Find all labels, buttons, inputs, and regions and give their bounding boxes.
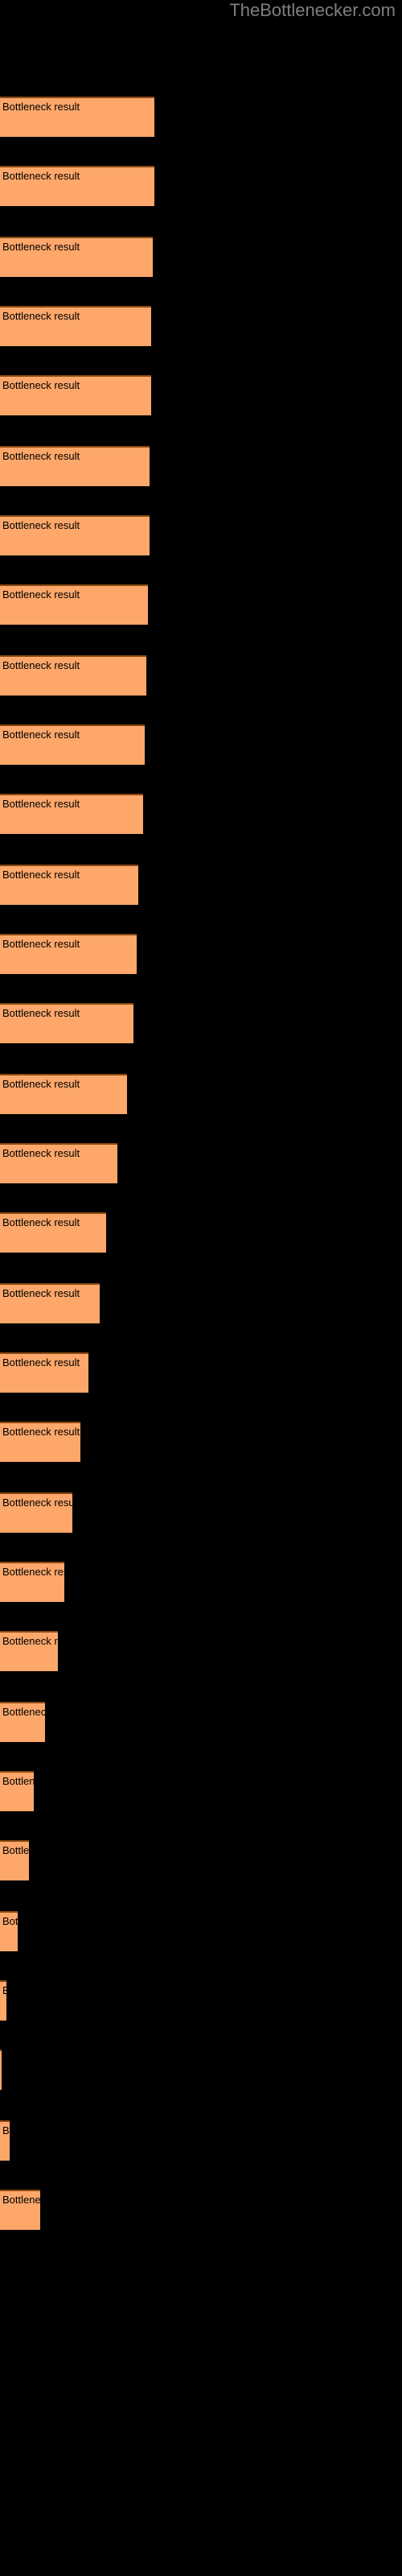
bar-5: Bottleneck result: [0, 446, 150, 486]
bar-12: Bottleneck result: [0, 934, 137, 974]
bar-label-7: Bottleneck result: [2, 588, 80, 601]
bar-15: Bottleneck result: [0, 1143, 117, 1183]
bar-label-30: Bottleneck result: [2, 2194, 40, 2206]
bar-26: Bottleneck result: [0, 1911, 18, 1951]
bar-label-29: Bottleneck result: [2, 2124, 10, 2136]
bar-label-25: Bottleneck result: [2, 1844, 29, 1856]
bar-19: Bottleneck result: [0, 1422, 80, 1462]
bar-18: Bottleneck result: [0, 1352, 88, 1393]
bar-20: Bottleneck result: [0, 1492, 72, 1533]
bar-label-6: Bottleneck result: [2, 519, 80, 531]
bar-label-20: Bottleneck result: [2, 1496, 72, 1509]
bar-29: Bottleneck result: [0, 2120, 10, 2161]
bar-0: Bottleneck result: [0, 97, 154, 137]
bar-3: Bottleneck result: [0, 306, 151, 346]
bar-25: Bottleneck result: [0, 1840, 29, 1880]
bar-28: Bottleneck result: [0, 2050, 2, 2090]
bar-16: Bottleneck result: [0, 1212, 106, 1253]
bar-label-11: Bottleneck result: [2, 869, 80, 881]
bar-label-12: Bottleneck result: [2, 938, 80, 950]
bottleneck-bar-chart: Bottleneck result Bottleneck result Bottle…: [0, 0, 402, 2576]
bar-4: Bottleneck result: [0, 375, 151, 415]
bar-1: Bottleneck result: [0, 166, 154, 206]
bar-label-9: Bottleneck result: [2, 729, 80, 741]
bar-label-24: Bottleneck result: [2, 1775, 34, 1787]
bar-label-4: Bottleneck result: [2, 379, 80, 391]
bar-23: Bottleneck result: [0, 1702, 45, 1742]
bar-label-3: Bottleneck result: [2, 310, 80, 322]
bar-label-10: Bottleneck result: [2, 798, 80, 810]
bar-label-23: Bottleneck result: [2, 1706, 45, 1718]
bar-label-22: Bottleneck result: [2, 1635, 58, 1647]
bar-30: Bottleneck result: [0, 2190, 40, 2230]
bar-2: Bottleneck result: [0, 237, 153, 277]
bar-6: Bottleneck result: [0, 515, 150, 555]
bar-27: Bottleneck result: [0, 1980, 6, 2021]
bar-label-5: Bottleneck result: [2, 450, 80, 462]
bar-label-26: Bottleneck result: [2, 1915, 18, 1927]
bar-label-17: Bottleneck result: [2, 1287, 80, 1299]
bar-label-15: Bottleneck result: [2, 1147, 80, 1159]
bar-13: Bottleneck result: [0, 1003, 133, 1043]
bar-label-1: Bottleneck result: [2, 170, 80, 182]
bar-8: Bottleneck result: [0, 655, 146, 696]
bar-9: Bottleneck result: [0, 724, 145, 765]
bar-label-13: Bottleneck result: [2, 1007, 80, 1019]
bar-14: Bottleneck result: [0, 1074, 127, 1114]
bar-label-16: Bottleneck result: [2, 1216, 80, 1228]
bar-label-2: Bottleneck result: [2, 241, 80, 253]
bar-10: Bottleneck result: [0, 794, 143, 834]
bar-7: Bottleneck result: [0, 584, 148, 625]
bar-label-18: Bottleneck result: [2, 1356, 80, 1368]
bar-22: Bottleneck result: [0, 1631, 58, 1671]
bar-label-0: Bottleneck result: [2, 101, 80, 113]
bar-label-27: Bottleneck result: [2, 1984, 6, 1997]
bar-label-8: Bottleneck result: [2, 659, 80, 671]
bar-label-19: Bottleneck result: [2, 1426, 80, 1438]
bar-17: Bottleneck result: [0, 1283, 100, 1323]
bar-label-21: Bottleneck result: [2, 1566, 64, 1578]
bar-24: Bottleneck result: [0, 1771, 34, 1811]
bar-label-14: Bottleneck result: [2, 1078, 80, 1090]
bar-11: Bottleneck result: [0, 865, 138, 905]
bar-21: Bottleneck result: [0, 1562, 64, 1602]
